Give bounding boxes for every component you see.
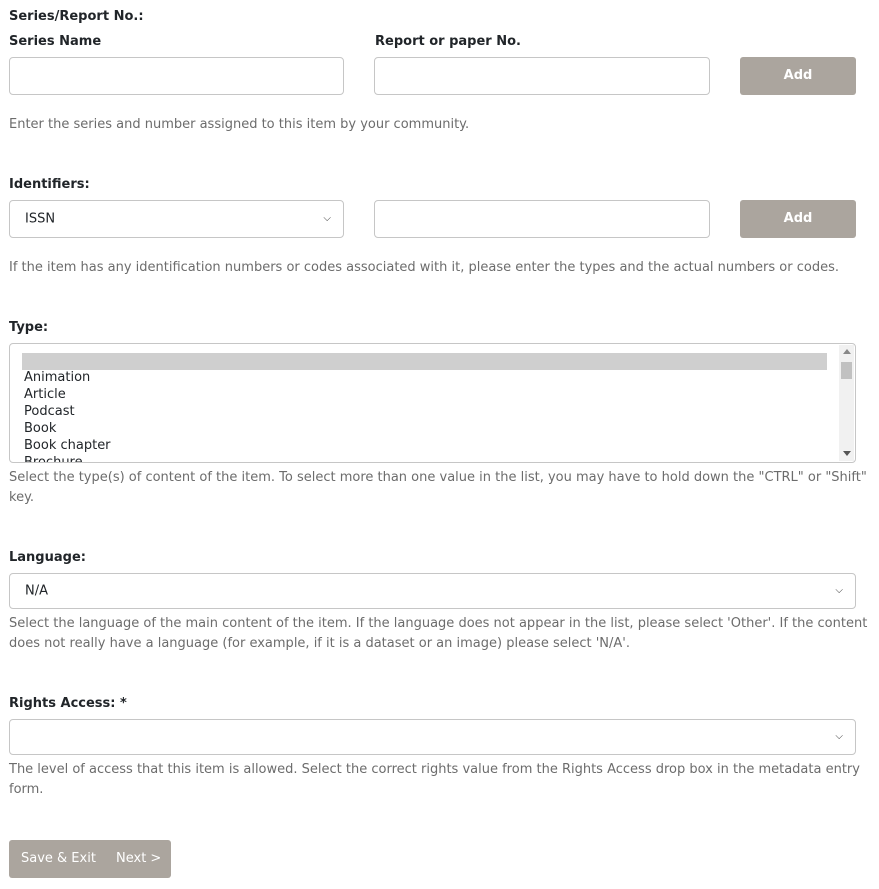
type-help-line1: Select the type(s) of content of the ite… <box>9 470 867 485</box>
series-add-button[interactable]: Add <box>740 57 856 95</box>
identifiers-help-text: If the item has any identification numbe… <box>9 260 839 275</box>
rights-help-line2: form. <box>9 782 44 797</box>
identifier-add-button[interactable]: Add <box>740 200 856 238</box>
language-value: N/A <box>25 583 48 599</box>
type-option[interactable]: Book chapter <box>24 437 111 454</box>
scroll-thumb[interactable] <box>841 362 852 379</box>
language-heading: Language: <box>9 550 86 565</box>
identifier-value-input[interactable] <box>374 200 710 238</box>
type-option[interactable]: Podcast <box>24 403 75 420</box>
language-select[interactable]: N/A ⌵ <box>9 573 856 609</box>
type-listbox[interactable]: Animation Article Podcast Book Book chap… <box>9 343 856 463</box>
type-option[interactable]: Book <box>24 420 56 437</box>
type-option[interactable]: Article <box>24 386 66 403</box>
identifiers-heading: Identifiers: <box>9 177 90 192</box>
language-help-line2: does not really have a language (for exa… <box>9 636 630 651</box>
save-exit-button[interactable]: Save & Exit <box>21 840 96 878</box>
series-name-input[interactable] <box>9 57 344 95</box>
report-number-label: Report or paper No. <box>375 34 521 49</box>
report-number-input[interactable] <box>374 57 710 95</box>
chevron-down-icon: ⌵ <box>835 584 843 596</box>
footer-button-group: Save & Exit Next > <box>9 840 171 878</box>
rights-heading: Rights Access: * <box>9 696 127 711</box>
chevron-down-icon: ⌵ <box>323 212 331 224</box>
type-heading: Type: <box>9 320 49 335</box>
rights-access-select[interactable]: ⌵ <box>9 719 856 755</box>
series-heading: Series/Report No.: <box>9 9 144 24</box>
language-help-line1: Select the language of the main content … <box>9 616 868 631</box>
type-option-selected[interactable] <box>22 353 827 370</box>
scroll-up-icon[interactable] <box>843 349 851 354</box>
type-scrollbar[interactable] <box>839 345 854 461</box>
series-name-label: Series Name <box>9 34 102 49</box>
type-help-line2: key. <box>9 490 35 505</box>
identifier-type-select[interactable]: ISSN ⌵ <box>9 200 344 238</box>
next-button[interactable]: Next > <box>116 840 161 878</box>
rights-help-line1: The level of access that this item is al… <box>9 762 860 777</box>
type-option[interactable]: Brochure <box>24 454 83 462</box>
series-help-text: Enter the series and number assigned to … <box>9 117 470 132</box>
type-option[interactable]: Animation <box>24 369 90 386</box>
chevron-down-icon: ⌵ <box>835 730 843 742</box>
identifier-type-value: ISSN <box>25 211 56 227</box>
scroll-down-icon[interactable] <box>843 451 851 456</box>
